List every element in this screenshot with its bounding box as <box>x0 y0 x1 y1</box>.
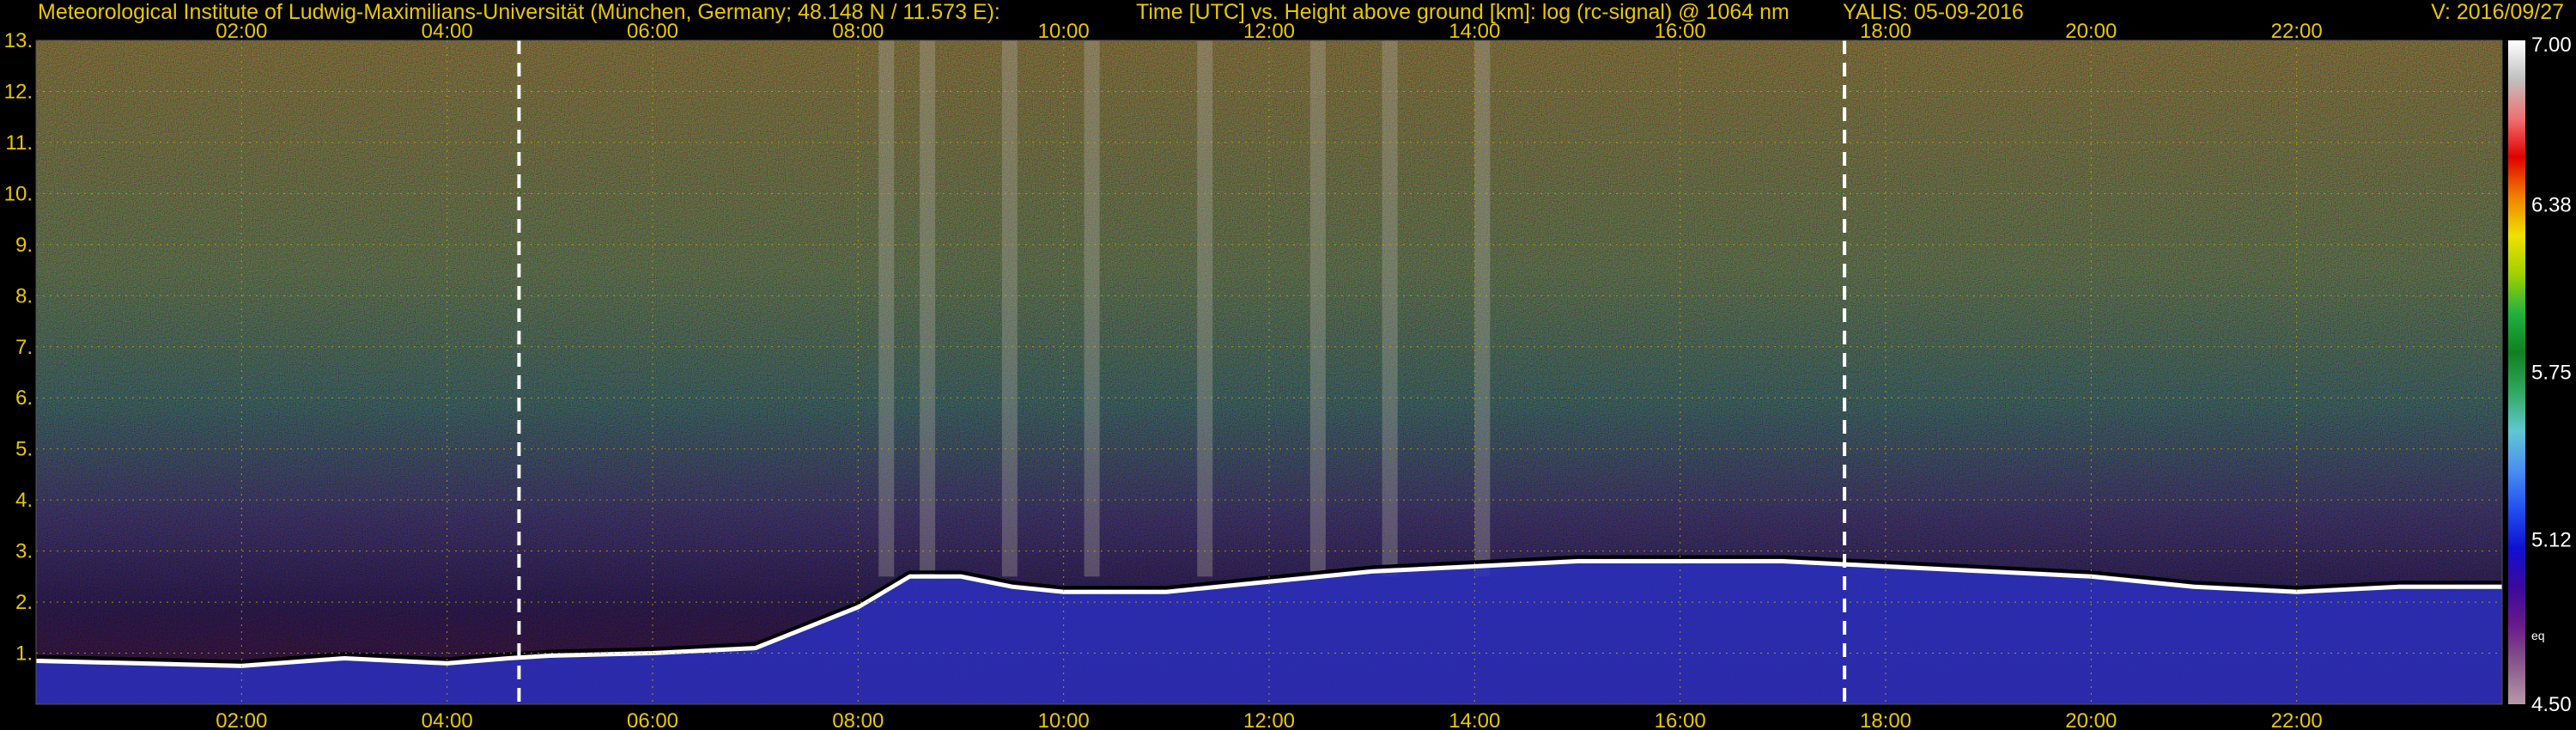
x-tick-label-bottom: 20:00 <box>2065 709 2117 730</box>
x-tick-label-top: 06:00 <box>627 20 678 43</box>
x-tick-label-bottom: 10:00 <box>1038 709 1090 730</box>
x-axis-bottom: 02:00 04:00 06:00 08:00 10:00 12:00 14:00 16:00… <box>216 709 2322 730</box>
colorbar-tick-label: 5.12 <box>2531 528 2572 551</box>
colorbar-tick-label: 7.00 <box>2531 33 2572 57</box>
y-tick-label: 6. <box>15 386 33 410</box>
y-axis: 1. 2. 3. 4. 5. 6. 7. 8. 9. 10. 11. 12. 13. <box>4 29 33 666</box>
y-tick-label: 4. <box>15 489 33 512</box>
y-tick-label: 8. <box>15 284 33 307</box>
x-tick-label-bottom: 22:00 <box>2271 709 2323 730</box>
x-tick-label-bottom: 18:00 <box>1860 709 1911 730</box>
x-tick-label-bottom: 16:00 <box>1655 709 1706 730</box>
colorbar-extra-label: eq <box>2531 629 2545 642</box>
y-tick-label: 9. <box>15 234 33 257</box>
signal-streak <box>1084 40 1100 577</box>
colorbar-ticks: 7.00 6.38 5.75 5.12 4.50 <box>2531 33 2572 716</box>
x-tick-label-top: 18:00 <box>1860 20 1911 43</box>
y-tick-label: 11. <box>5 131 33 155</box>
signal-streak <box>878 40 895 577</box>
signal-streak <box>1474 40 1491 577</box>
signal-streak <box>920 40 936 577</box>
signal-streak <box>1001 40 1018 577</box>
y-tick-label: 12. <box>4 80 33 103</box>
x-tick-label-top: 16:00 <box>1655 20 1706 43</box>
y-tick-label: 1. <box>15 642 33 666</box>
x-tick-label-bottom: 06:00 <box>627 709 678 730</box>
x-tick-label-top: 14:00 <box>1449 20 1500 43</box>
signal-streak <box>1197 40 1213 577</box>
signal-streak <box>1382 40 1398 577</box>
x-tick-label-top: 12:00 <box>1243 20 1295 43</box>
x-tick-label-top: 08:00 <box>832 20 884 43</box>
signal-streak <box>1309 40 1326 577</box>
x-tick-label-bottom: 02:00 <box>216 709 267 730</box>
x-tick-label-top: 10:00 <box>1038 20 1090 43</box>
x-tick-label-bottom: 08:00 <box>832 709 884 730</box>
lidar-chart: Meteorological Institute of Ludwig-Maxim… <box>4 0 2572 730</box>
x-tick-label-bottom: 04:00 <box>422 709 473 730</box>
x-tick-label-top: 04:00 <box>422 20 473 43</box>
plot-area <box>36 40 2502 704</box>
colorbar-tick-label: 6.38 <box>2531 194 2572 217</box>
header-version: V: 2016/09/27 <box>2431 0 2564 24</box>
colorbar-tick-label: 4.50 <box>2531 693 2572 716</box>
y-tick-label: 10. <box>4 182 33 205</box>
colorbar-scale <box>2508 40 2525 704</box>
colorbar: 7.00 6.38 5.75 5.12 4.50 eq <box>2508 33 2572 716</box>
colorbar-tick-label: 5.75 <box>2531 362 2572 385</box>
y-tick-label: 5. <box>15 438 33 461</box>
y-tick-label: 13. <box>4 29 33 52</box>
x-tick-label-bottom: 12:00 <box>1243 709 1295 730</box>
y-tick-label: 2. <box>15 591 33 614</box>
x-tick-label-bottom: 14:00 <box>1449 709 1500 730</box>
y-tick-label: 7. <box>15 336 33 359</box>
y-tick-label: 3. <box>15 540 33 563</box>
x-tick-label-top: 20:00 <box>2065 20 2117 43</box>
x-tick-label-top: 22:00 <box>2271 20 2323 43</box>
x-tick-label-top: 02:00 <box>216 20 267 43</box>
